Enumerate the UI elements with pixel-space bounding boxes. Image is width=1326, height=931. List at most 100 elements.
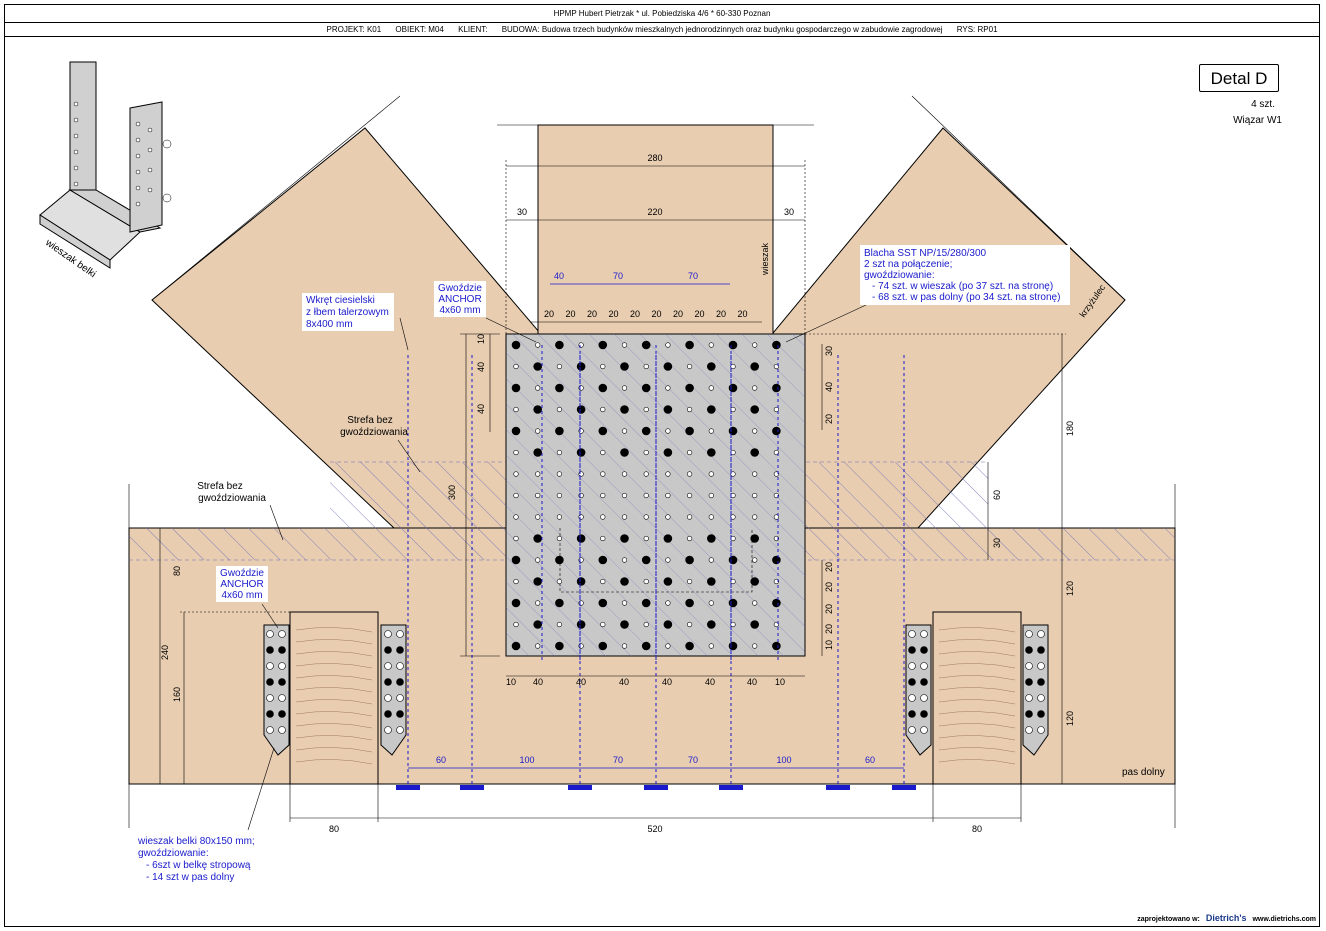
nail-hole xyxy=(578,471,584,477)
nail-hole xyxy=(620,577,629,586)
hanger-nail-hole xyxy=(908,662,916,670)
nail-spacing-label: 20 xyxy=(716,309,726,319)
nail-hole xyxy=(685,383,694,393)
hanger-nail-hole xyxy=(266,630,274,638)
nail-spacing-label: 20 xyxy=(824,582,834,592)
nail-hole xyxy=(643,492,649,499)
dim-left-80: 80 xyxy=(172,566,182,576)
nail-hole xyxy=(752,342,758,348)
nail-hole xyxy=(641,641,651,651)
nail-hole xyxy=(686,621,693,628)
nail-hole xyxy=(706,448,716,457)
nail-hole xyxy=(578,385,584,391)
hanger-nail-hole xyxy=(384,726,392,734)
dim-left-300: 300 xyxy=(447,485,457,500)
hanger-nail-hole xyxy=(908,630,916,638)
nail-hole xyxy=(728,426,738,436)
hanger-nail-hole xyxy=(908,678,916,686)
nail-hole xyxy=(600,471,606,477)
screw-head xyxy=(644,785,668,790)
nail-hole xyxy=(535,385,541,391)
nail-hole xyxy=(728,555,738,565)
nail-hole xyxy=(686,578,693,585)
nail-hole xyxy=(533,405,543,414)
nail-spacing-label: 20 xyxy=(737,309,747,319)
hanger-nail-hole xyxy=(396,630,404,638)
hanger-nail-hole xyxy=(908,694,916,702)
nail-hole xyxy=(598,383,608,393)
nail-hole xyxy=(665,557,671,563)
hanger-nail-hole xyxy=(1025,678,1033,686)
nail-hole xyxy=(728,383,738,393)
hanger-nail-hole xyxy=(1037,678,1045,686)
nail-hole xyxy=(641,383,651,393)
nail-spacing-label: 20 xyxy=(630,309,640,319)
plate-spacing-label: 40 xyxy=(662,677,672,687)
nail-hole xyxy=(513,578,519,585)
nail-hole xyxy=(665,600,671,606)
footer-brand: zaprojektowano w: Dietrich's www.dietric… xyxy=(1137,913,1316,923)
nail-hole xyxy=(708,471,714,477)
nail-hole xyxy=(533,620,543,629)
nail-hole xyxy=(708,428,714,434)
nail-hole xyxy=(686,514,693,520)
screw-dim-70a: 70 xyxy=(613,271,623,281)
nail-hole xyxy=(663,362,673,371)
nail-hole xyxy=(511,426,521,436)
nail-hole xyxy=(686,363,693,370)
dim-base-80-right: 80 xyxy=(972,824,982,834)
blacha-line3: gwoździowanie: xyxy=(864,270,935,281)
plate-spacing-label: 40 xyxy=(576,677,586,687)
dim-left-10: 10 xyxy=(476,334,486,344)
hanger-nail-hole xyxy=(1037,646,1045,654)
nail-hole xyxy=(620,362,629,371)
nail-hole xyxy=(752,428,758,434)
hanger-nail-hole xyxy=(920,694,928,702)
nail-hole xyxy=(535,514,541,520)
nail-hole xyxy=(598,340,608,350)
blacha-line1: Blacha SST NP/15/280/300 xyxy=(864,248,987,259)
nail-hole xyxy=(578,342,584,348)
nail-hole xyxy=(621,514,628,520)
nail-hole xyxy=(708,557,714,563)
nail-hole xyxy=(533,577,543,586)
dim-right-30b: 30 xyxy=(992,538,1002,548)
nail-hole xyxy=(556,471,563,477)
wieszak-note-line3: - 6szt w belkę stropową xyxy=(146,860,251,871)
nail-hole xyxy=(665,428,671,434)
dim-right-120a: 120 xyxy=(1065,581,1075,596)
hanger-nail-hole xyxy=(266,726,274,734)
hanger-nail-hole xyxy=(278,646,286,654)
nail-hole xyxy=(600,514,606,520)
nail-hole xyxy=(708,514,714,520)
hanger-nail-hole xyxy=(396,726,404,734)
gwozdzie-left-line2: ANCHOR xyxy=(220,579,263,590)
nail-hole xyxy=(513,621,519,628)
nail-hole xyxy=(641,555,651,565)
strefa2-line2: gwoździowania xyxy=(198,493,266,504)
hanger-nail-hole xyxy=(1025,726,1033,734)
nail-hole xyxy=(621,557,628,563)
nail-hole xyxy=(708,643,714,649)
hanger-nail-hole xyxy=(384,710,392,718)
nail-hole xyxy=(750,362,760,371)
nail-hole xyxy=(752,492,758,499)
nail-hole xyxy=(665,514,671,520)
dim-left-240: 240 xyxy=(160,645,170,660)
footer-url: www.dietrichs.com xyxy=(1252,916,1316,923)
nail-hole xyxy=(513,471,519,477)
nail-hole xyxy=(598,426,608,436)
hanger-nail-hole xyxy=(1025,710,1033,718)
wieszak-note-line4: - 14 szt w pas dolny xyxy=(146,872,234,883)
nail-hole xyxy=(621,471,628,477)
hanger-nail-hole xyxy=(266,710,274,718)
dim-right-40: 40 xyxy=(824,382,834,392)
dim-220: 220 xyxy=(647,207,662,217)
nail-hole xyxy=(511,641,521,651)
hanger-nail-hole xyxy=(920,678,928,686)
nail-hole xyxy=(511,555,521,565)
nail-spacing-label: 20 xyxy=(565,309,575,319)
strefa2-line1: Strefa bez xyxy=(197,481,243,492)
hanger-nail-hole xyxy=(278,694,286,702)
hanger-nail-hole xyxy=(1025,646,1033,654)
